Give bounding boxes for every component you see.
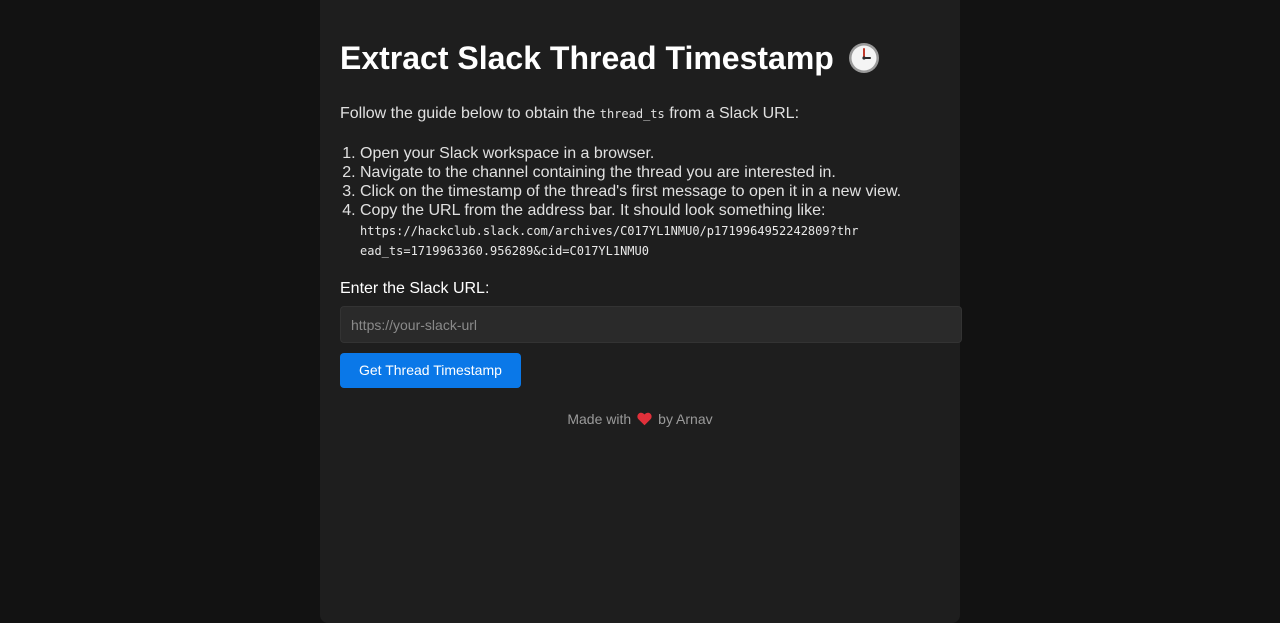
intro-before: Follow the guide below to obtain the <box>340 105 600 122</box>
intro-text: Follow the guide below to obtain the thr… <box>340 104 940 124</box>
clock-icon <box>848 42 880 74</box>
step-item: Navigate to the channel containing the t… <box>360 163 940 182</box>
step-item: Click on the timestamp of the thread's f… <box>360 182 940 201</box>
heart-icon <box>637 412 652 426</box>
example-url: https://hackclub.slack.com/archives/C017… <box>360 224 859 258</box>
steps-list: Open your Slack workspace in a browser. … <box>340 144 940 261</box>
page-title-text: Extract Slack Thread Timestamp <box>340 40 834 76</box>
slack-url-input[interactable] <box>340 306 962 343</box>
url-input-label: Enter the Slack URL: <box>340 280 490 297</box>
step-text: Copy the URL from the address bar. It sh… <box>360 202 826 219</box>
step-item: Copy the URL from the address bar. It sh… <box>360 201 940 261</box>
step-item: Open your Slack workspace in a browser. <box>360 144 940 163</box>
footer: Made with by Arnav <box>340 410 940 428</box>
footer-after: by Arnav <box>658 411 713 427</box>
intro-code: thread_ts <box>599 107 665 121</box>
footer-before: Made with <box>567 411 632 427</box>
get-thread-timestamp-button[interactable]: Get Thread Timestamp <box>340 353 521 388</box>
intro-after: from a Slack URL: <box>664 105 800 122</box>
page-title: Extract Slack Thread Timestamp <box>340 38 940 78</box>
main-card: Extract Slack Thread Timestamp Follow th… <box>320 0 962 623</box>
